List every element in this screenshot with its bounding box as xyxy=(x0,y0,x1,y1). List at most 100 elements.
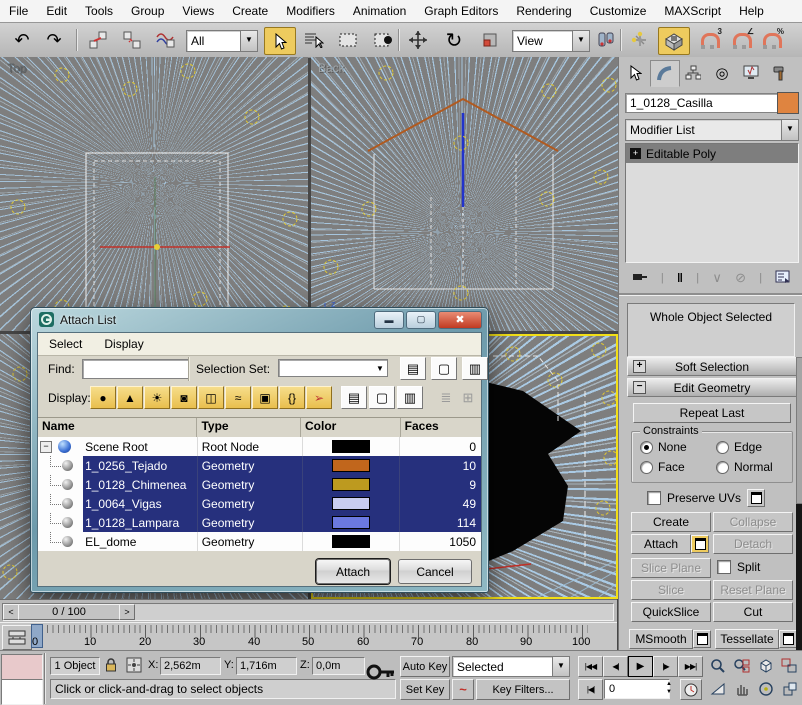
menu-animation[interactable]: Animation xyxy=(344,1,415,22)
menu-customize[interactable]: Customize xyxy=(581,1,656,22)
pin-stack-icon[interactable] xyxy=(632,270,648,287)
display-helpers-toggle[interactable]: ◫ xyxy=(198,386,224,409)
msmooth-settings-button[interactable] xyxy=(693,630,711,648)
select-and-rotate-button[interactable]: ↻ xyxy=(440,27,468,53)
create-button[interactable]: Create xyxy=(631,512,711,532)
menu-views[interactable]: Views xyxy=(173,1,223,22)
zoom-button[interactable] xyxy=(706,656,729,676)
selection-set-dropdown[interactable]: ▼ xyxy=(278,359,388,377)
stack-item-editable-poly[interactable]: + Editable Poly xyxy=(626,144,798,163)
split-checkbox[interactable] xyxy=(717,560,731,574)
open-mini-curve-editor-button[interactable] xyxy=(2,625,32,650)
chevron-down-icon[interactable]: ▼ xyxy=(781,120,798,140)
display-lights-toggle[interactable]: ☀ xyxy=(144,386,170,409)
rollout-edit-geometry[interactable]: − Edit Geometry xyxy=(627,378,797,397)
play-button[interactable]: ▶ xyxy=(628,656,653,677)
quickslice-button[interactable]: QuickSlice xyxy=(631,602,711,622)
display-none-button[interactable]: ▢ xyxy=(369,386,395,409)
constraint-normal-radio[interactable]: Normal xyxy=(716,460,773,474)
maximize-button[interactable]: ▢ xyxy=(406,311,436,329)
configure-modifier-sets-icon[interactable] xyxy=(775,270,790,286)
attach-confirm-button[interactable]: Attach xyxy=(316,559,390,584)
cut-button[interactable]: Cut xyxy=(713,602,793,622)
column-color[interactable]: Color xyxy=(301,418,401,437)
chevron-down-icon[interactable]: ▼ xyxy=(373,364,387,373)
use-pivot-point-center-button[interactable] xyxy=(592,27,620,53)
previous-frame-arrow[interactable]: < xyxy=(3,604,19,620)
msmooth-button[interactable]: MSmooth xyxy=(629,629,693,649)
minimize-button[interactable]: ▬ xyxy=(374,311,404,329)
constraint-edge-radio[interactable]: Edge xyxy=(716,440,762,454)
make-unique-icon[interactable]: ∨ xyxy=(712,270,722,286)
tab-motion[interactable]: ◎ xyxy=(708,60,736,85)
display-geometry-toggle[interactable]: ● xyxy=(90,386,116,409)
absolute-mode-transform-toggle[interactable] xyxy=(126,657,142,676)
detach-button[interactable]: Detach xyxy=(713,534,793,554)
bind-to-space-warp-icon[interactable] xyxy=(152,27,180,53)
key-mode-toggle-button[interactable]: |◀| xyxy=(578,679,603,700)
z-coordinate-field[interactable]: 0,0m xyxy=(312,657,365,675)
arc-rotate-button[interactable] xyxy=(754,679,777,699)
menu-maxscript[interactable]: MAXScript xyxy=(655,1,730,22)
display-bones-toggle[interactable]: ➢ xyxy=(306,386,332,409)
time-slider-handle[interactable]: 0 / 100 xyxy=(18,604,120,620)
go-to-start-button[interactable]: |◀◀ xyxy=(578,656,603,677)
display-children-button[interactable]: ⊞ xyxy=(457,388,479,408)
y-coordinate-field[interactable]: 1,716m xyxy=(236,657,297,675)
x-coordinate-field[interactable]: 2,562m xyxy=(160,657,221,675)
key-filter-selection-dropdown[interactable]: Selected▼ xyxy=(452,656,570,677)
frame-spinner[interactable]: ▲▼ xyxy=(666,679,676,697)
select-and-link-icon[interactable] xyxy=(84,27,112,53)
previous-frame-button[interactable]: ◀| xyxy=(603,656,628,677)
percent-snap-toggle-button[interactable]: ∠ xyxy=(726,27,754,53)
display-shapes-toggle[interactable]: ▲ xyxy=(117,386,143,409)
menu-rendering[interactable]: Rendering xyxy=(507,1,580,22)
display-invert-button[interactable]: ▥ xyxy=(397,386,423,409)
preserve-uvs-settings-button[interactable] xyxy=(747,489,765,507)
select-and-scale-button[interactable] xyxy=(476,27,504,53)
rectangular-selection-region-button[interactable] xyxy=(334,27,362,53)
remove-modifier-icon[interactable]: ⊘ xyxy=(735,270,746,286)
set-key-button[interactable]: Set Key xyxy=(400,679,450,700)
chevron-down-icon[interactable]: ▼ xyxy=(552,657,569,676)
column-faces[interactable]: Faces xyxy=(401,418,481,437)
column-type[interactable]: Type xyxy=(197,418,301,437)
dialog-titlebar[interactable]: Attach List ▬ ▢ ✖ xyxy=(31,308,488,331)
select-object-button[interactable] xyxy=(264,27,296,55)
tab-hierarchy[interactable] xyxy=(679,60,707,85)
slice-plane-button[interactable]: Slice Plane xyxy=(631,558,711,578)
default-in-out-tangents-button[interactable]: ~ xyxy=(452,679,474,700)
menu-modifiers[interactable]: Modifiers xyxy=(277,1,344,22)
select-none-button[interactable]: ▢ xyxy=(431,357,457,380)
display-all-button[interactable]: ▤ xyxy=(341,386,367,409)
field-of-view-button[interactable] xyxy=(706,679,729,699)
panel-scrollbar-thumb[interactable] xyxy=(796,357,802,504)
viewport-top[interactable]: Top xyxy=(0,57,308,331)
menu-help[interactable]: Help xyxy=(730,1,773,22)
menu-edit[interactable]: Edit xyxy=(37,1,76,22)
table-row[interactable]: 1_0128_Lampara Geometry 114 xyxy=(38,513,481,532)
plus-icon[interactable]: + xyxy=(633,360,646,373)
constraint-face-radio[interactable]: Face xyxy=(640,460,685,474)
zoom-extents-button[interactable] xyxy=(754,656,777,676)
angle-snap-toggle-button[interactable]: 3 xyxy=(694,27,722,53)
cancel-button[interactable]: Cancel xyxy=(398,559,472,584)
constraint-none-radio[interactable]: None xyxy=(640,440,687,454)
macro-recorder-pane[interactable] xyxy=(1,654,43,680)
tab-display[interactable] xyxy=(737,60,765,85)
reference-coordsys-dropdown[interactable]: View▼ xyxy=(512,30,590,52)
viewport-back[interactable]: z Back xyxy=(311,57,618,331)
table-row[interactable]: EL_dome Geometry 1050 xyxy=(38,532,481,551)
set-key-icon[interactable] xyxy=(366,659,396,688)
attach-list-options-button[interactable] xyxy=(691,535,709,553)
close-icon[interactable]: ✖ xyxy=(438,311,482,329)
expand-icon[interactable]: + xyxy=(630,148,641,159)
tab-create[interactable] xyxy=(621,60,649,85)
find-input[interactable] xyxy=(82,359,190,379)
window-crossing-toggle-button[interactable] xyxy=(370,27,398,53)
select-all-button[interactable]: ▤ xyxy=(400,357,426,380)
time-configuration-button[interactable] xyxy=(680,679,702,700)
slice-button[interactable]: Slice xyxy=(631,580,711,600)
display-xrefs-toggle[interactable]: {} xyxy=(279,386,305,409)
minus-icon[interactable]: − xyxy=(633,381,646,394)
